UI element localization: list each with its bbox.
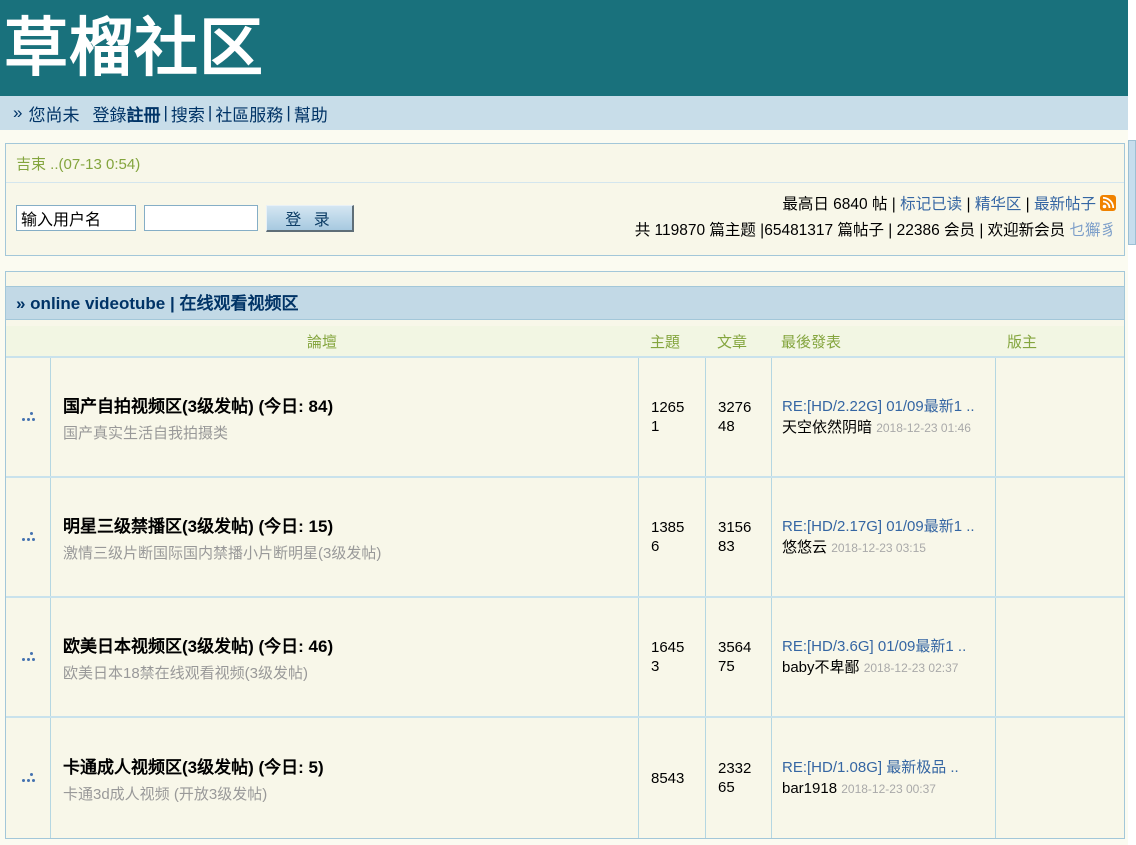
stats-separator: | [1026,196,1030,213]
last-post-link[interactable]: RE:[HD/2.17G] 01/09最新1 .. [782,518,975,535]
forum-row: 国产自拍视频区(3级发帖) (今日: 84) 国产真实生活自我拍摄类 12651… [6,358,1124,478]
announcement-text[interactable]: 吉束 ..(07-13 0:54) [6,144,1124,183]
nav-login-link[interactable]: 登錄 [92,101,126,126]
forum-info-cell: 明星三级禁播区(3级发帖) (今日: 15) 激情三级片断国际国内禁播小片断明星… [50,478,638,596]
last-post-time: 2018-12-23 02:37 [864,661,959,675]
last-post-link[interactable]: RE:[HD/2.22G] 01/09最新1 .. [782,398,975,415]
moderator-cell [995,478,1124,596]
forum-stats: 最高日 6840 帖 | 标记已读 | 精华区 | 最新帖子 共 119870 … [635,193,1116,243]
forum-dots-icon [22,652,34,662]
moderator-cell [995,598,1124,716]
last-post-cell: RE:[HD/3.6G] 01/09最新1 .. baby不卑鄙 2018-12… [771,598,995,716]
totals-text: 共 119870 篇主题 |65481317 篇帖子 | 22386 会员 | … [635,222,1065,239]
forum-info-cell: 欧美日本视频区(3级发帖) (今日: 46) 欧美日本18禁在线观看视频(3级发… [50,598,638,716]
forum-row: 卡通成人视频区(3级发帖) (今日: 5) 卡通3d成人视频 (开放3级发帖) … [6,718,1124,838]
last-post-time: 2018-12-23 03:15 [831,541,926,555]
header-moderator: 版主 [995,331,1124,352]
login-row: 登 录 最高日 6840 帖 | 标记已读 | 精华区 | 最新帖子 共 119… [6,183,1124,255]
header-posts: 文章 [705,331,771,352]
forum-dots-icon [22,532,34,542]
stats-line-2: 共 119870 篇主题 |65481317 篇帖子 | 22386 会员 | … [635,219,1116,243]
last-post-link[interactable]: RE:[HD/1.08G] 最新极品 .. [782,759,959,776]
forum-title-link[interactable]: 卡通成人视频区(3级发帖) (今日: 5) [63,753,638,778]
forum-description: 国产真实生活自我拍摄类 [63,422,638,443]
forum-row: 明星三级禁播区(3级发帖) (今日: 15) 激情三级片断国际国内禁播小片断明星… [6,478,1124,598]
posts-count: 315683 [705,478,771,596]
login-form: 登 录 [16,205,354,232]
last-post-user[interactable]: baby不卑鄙 [782,659,860,676]
site-title: 草榴社区 [4,2,264,94]
forum-rows: 国产自拍视频区(3级发帖) (今日: 84) 国产真实生活自我拍摄类 12651… [6,358,1124,838]
last-post-link[interactable]: RE:[HD/3.6G] 01/09最新1 .. [782,638,966,655]
last-post-user[interactable]: bar1918 [782,780,837,797]
forum-info-cell: 国产自拍视频区(3级发帖) (今日: 84) 国产真实生活自我拍摄类 [50,358,638,476]
nav-prefix: » [13,103,22,123]
forum-icon-cell [6,478,50,596]
last-post-cell: RE:[HD/2.17G] 01/09最新1 .. 悠悠云 2018-12-23… [771,478,995,596]
forum-info-cell: 卡通成人视频区(3级发帖) (今日: 5) 卡通3d成人视频 (开放3级发帖) [50,718,638,838]
newest-member-link[interactable]: 乜獬豸 [1069,222,1116,239]
nav-register-link[interactable]: 註冊 [126,101,160,126]
section-title[interactable]: » online videotube | 在线观看视频区 [16,294,298,313]
table-header-row: 論壇 主題 文章 最後發表 版主 [6,326,1124,358]
nav-help-link[interactable]: 幫助 [294,101,328,126]
scrollbar-track[interactable] [1128,0,1136,845]
forum-title-link[interactable]: 欧美日本视频区(3级发帖) (今日: 46) [63,632,638,657]
last-post-user[interactable]: 悠悠云 [782,539,827,556]
posts-count: 233265 [705,718,771,838]
last-post-cell: RE:[HD/2.22G] 01/09最新1 .. 天空依然阴暗 2018-12… [771,358,995,476]
topics-count: 8543 [638,718,705,838]
digest-link[interactable]: 精华区 [975,196,1022,213]
last-post-time: 2018-12-23 00:37 [841,782,936,796]
forum-section-box: » online videotube | 在线观看视频区 論壇 主題 文章 最後… [5,271,1125,839]
forum-row: 欧美日本视频区(3级发帖) (今日: 46) 欧美日本18禁在线观看视频(3级发… [6,598,1124,718]
forum-description: 欧美日本18禁在线观看视频(3级发帖) [63,662,638,683]
nav-separator: | [208,103,212,123]
password-input[interactable] [144,205,258,231]
forum-icon-cell [6,358,50,476]
header-last-post: 最後發表 [771,331,995,352]
posts-count: 356475 [705,598,771,716]
scrollbar-thumb[interactable] [1128,140,1136,245]
nav-search-link[interactable]: 搜索 [171,101,205,126]
moderator-cell [995,358,1124,476]
stats-separator: | [892,196,896,213]
max-daily-posts: 最高日 6840 帖 [782,196,887,213]
username-input[interactable] [16,205,136,231]
announcement-box: 吉束 ..(07-13 0:54) 登 录 最高日 6840 帖 | 标记已读 … [5,143,1125,256]
mark-read-link[interactable]: 标记已读 [900,196,962,213]
topics-count: 12651 [638,358,705,476]
last-post-time: 2018-12-23 01:46 [876,421,971,435]
forum-title-link[interactable]: 国产自拍视频区(3级发帖) (今日: 84) [63,392,638,417]
nav-separator: | [163,103,167,123]
nav-bar: » 您尚未 登錄 註冊 | 搜索 | 社區服務 | 幫助 [0,96,1128,130]
last-post-cell: RE:[HD/1.08G] 最新极品 .. bar1918 2018-12-23… [771,718,995,838]
rss-icon[interactable] [1100,195,1116,219]
nav-separator: | [286,103,290,123]
stats-line-1: 最高日 6840 帖 | 标记已读 | 精华区 | 最新帖子 [635,193,1116,219]
latest-posts-link[interactable]: 最新帖子 [1034,196,1096,213]
nav-status-text: 您尚未 [28,101,79,126]
topics-count: 13856 [638,478,705,596]
topics-count: 16453 [638,598,705,716]
forum-icon-cell [6,718,50,838]
forum-description: 卡通3d成人视频 (开放3级发帖) [63,783,638,804]
section-header: » online videotube | 在线观看视频区 [6,286,1124,320]
forum-icon-cell [6,598,50,716]
moderator-cell [995,718,1124,838]
last-post-user[interactable]: 天空依然阴暗 [782,419,872,436]
login-button[interactable]: 登 录 [266,205,354,232]
nav-services-link[interactable]: 社區服務 [215,101,283,126]
posts-count: 327648 [705,358,771,476]
stats-separator: | [966,196,970,213]
site-banner: 草榴社区 [0,0,1128,96]
forum-title-link[interactable]: 明星三级禁播区(3级发帖) (今日: 15) [63,512,638,537]
header-forum: 論壇 [6,331,638,352]
forum-dots-icon [22,773,34,783]
forum-description: 激情三级片断国际国内禁播小片断明星(3级发帖) [63,542,638,563]
forum-dots-icon [22,412,34,422]
header-topics: 主題 [638,331,705,352]
